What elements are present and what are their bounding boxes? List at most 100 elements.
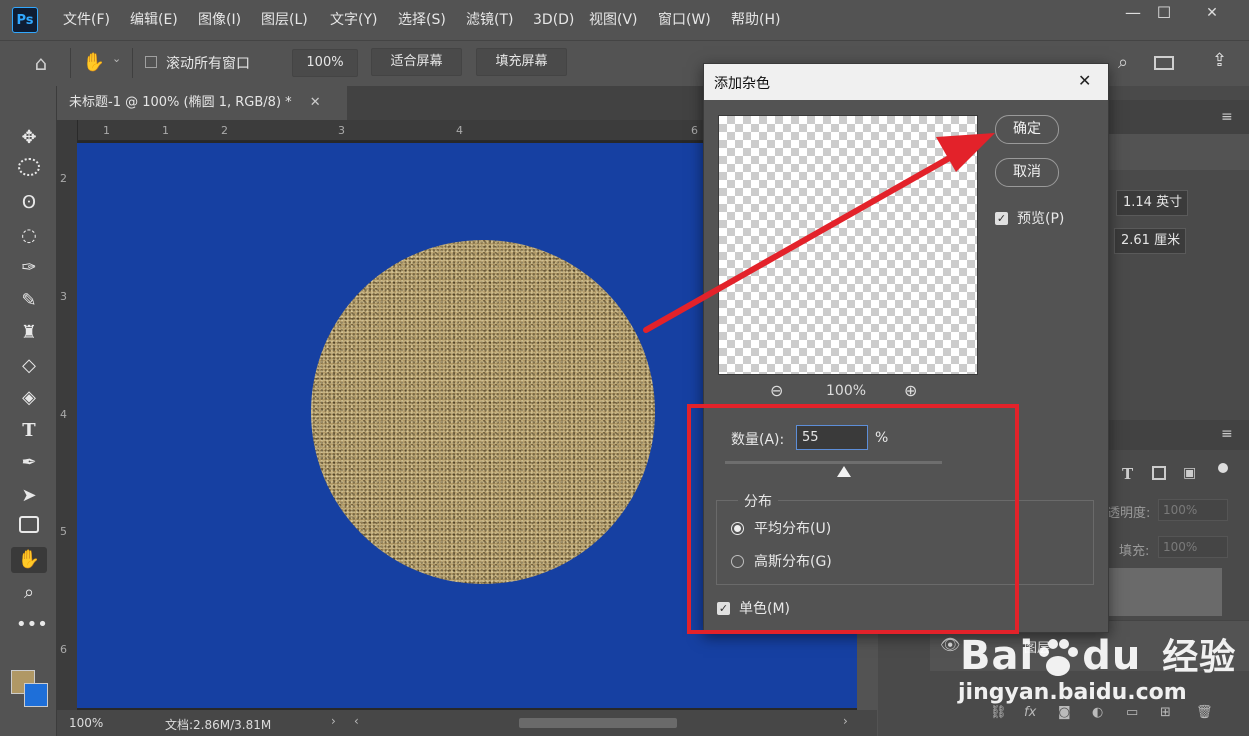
- menu-3d[interactable]: 3D(D): [533, 0, 574, 40]
- fit-screen-button[interactable]: 适合屏幕: [371, 48, 462, 76]
- home-icon[interactable]: ⌂: [28, 50, 54, 76]
- menu-help[interactable]: 帮助(H): [731, 0, 780, 40]
- ruler-number: 2: [60, 172, 67, 185]
- menu-edit[interactable]: 编辑(E): [130, 0, 178, 40]
- panel-menu-icon[interactable]: ≡: [1221, 426, 1233, 442]
- scroll-all-checkbox[interactable]: [145, 56, 157, 68]
- background-color-swatch[interactable]: [24, 683, 48, 707]
- preview-area[interactable]: [718, 115, 978, 375]
- ruler-number: 1: [162, 124, 169, 137]
- lasso-tool-icon[interactable]: ʘ: [16, 190, 42, 216]
- share-icon[interactable]: ⇪: [1212, 50, 1234, 74]
- brush-tool-icon[interactable]: ✎: [16, 288, 42, 314]
- marquee-tool-icon[interactable]: [16, 158, 42, 184]
- ruler-number: 2: [221, 124, 228, 137]
- layer-row-selected[interactable]: [1107, 568, 1222, 616]
- width-field[interactable]: 1.14 英寸: [1116, 190, 1188, 216]
- filter-smart-object-icon[interactable]: ▣: [1183, 465, 1196, 481]
- visibility-eye-icon[interactable]: 👁: [940, 635, 960, 654]
- ruler-number: 3: [338, 124, 345, 137]
- ruler-number: 4: [60, 408, 67, 421]
- properties-tab-strip: [1107, 134, 1249, 170]
- menu-window[interactable]: 窗口(W): [658, 0, 711, 40]
- menu-select[interactable]: 选择(S): [398, 0, 446, 40]
- fx-icon[interactable]: fx: [1024, 705, 1036, 720]
- status-bar: 100% 文档:2.86M/3.81M › ‹ ›: [57, 710, 877, 736]
- stamp-tool-icon[interactable]: ♜: [16, 320, 42, 346]
- menu-file[interactable]: 文件(F): [63, 0, 110, 40]
- ruler-number: 5: [60, 525, 67, 538]
- filter-toggle-icon[interactable]: [1218, 463, 1228, 473]
- new-group-icon[interactable]: ▭: [1126, 705, 1138, 720]
- close-window-button[interactable]: ✕: [1192, 0, 1232, 28]
- scroll-right-icon[interactable]: ›: [843, 714, 848, 728]
- hand-tool-icon[interactable]: ✋: [11, 547, 47, 573]
- vertical-ruler: 2 3 4 5 6: [57, 120, 78, 710]
- menu-filter[interactable]: 滤镜(T): [466, 0, 513, 40]
- ellipse-layer-noise[interactable]: [311, 240, 655, 584]
- status-zoom: 100%: [69, 716, 104, 730]
- pen-tool-icon[interactable]: ✒: [16, 450, 42, 476]
- ruler-number: 3: [60, 290, 67, 303]
- link-layers-icon[interactable]: ⛓: [990, 705, 1007, 720]
- chevron-down-icon[interactable]: ⌄: [112, 52, 121, 65]
- eyedropper-tool-icon[interactable]: ✑: [16, 255, 42, 281]
- fill-field[interactable]: 100%: [1158, 536, 1228, 558]
- add-mask-icon[interactable]: ◙: [1058, 705, 1071, 720]
- ruler-number: 1: [103, 124, 110, 137]
- menu-image[interactable]: 图像(I): [198, 0, 241, 40]
- zoom-tool-icon[interactable]: ⌕: [16, 580, 42, 606]
- ruler-number: 4: [456, 124, 463, 137]
- divider: [132, 48, 133, 78]
- cancel-button[interactable]: 取消: [995, 158, 1059, 187]
- preview-zoom-value: 100%: [826, 383, 867, 399]
- height-field[interactable]: 2.61 厘米: [1114, 228, 1186, 254]
- menu-layer[interactable]: 图层(L): [261, 0, 308, 40]
- close-icon[interactable]: ✕: [1078, 71, 1091, 90]
- status-doc-info: 文档:2.86M/3.81M: [165, 718, 272, 732]
- divider: [70, 48, 71, 78]
- paint-bucket-tool-icon[interactable]: ◈: [16, 385, 42, 411]
- dialog-title: 添加杂色: [714, 76, 770, 92]
- filter-shape-icon[interactable]: [1152, 466, 1166, 480]
- fill-screen-button[interactable]: 填充屏幕: [476, 48, 567, 76]
- preview-label: 预览(P): [1017, 211, 1065, 227]
- adjustment-layer-icon[interactable]: ◐: [1092, 705, 1103, 720]
- search-icon[interactable]: ⌕: [1118, 52, 1140, 74]
- opacity-field[interactable]: 100%: [1158, 499, 1228, 521]
- type-tool-icon[interactable]: T: [16, 418, 42, 444]
- document-tab[interactable]: 未标题-1 @ 100% (椭圆 1, RGB/8) * ✕: [57, 86, 347, 120]
- menu-type[interactable]: 文字(Y): [330, 0, 377, 40]
- filter-type-icon[interactable]: T: [1122, 465, 1133, 483]
- ruler-number: 6: [691, 124, 698, 137]
- horizontal-scrollbar-thumb[interactable]: [519, 718, 677, 728]
- maximize-button[interactable]: ☐: [1144, 0, 1184, 28]
- scroll-left-icon[interactable]: ‹: [354, 714, 359, 728]
- zoom-in-icon[interactable]: ⊕: [904, 381, 917, 400]
- hand-tool-icon[interactable]: ✋: [82, 50, 106, 76]
- zoom-field[interactable]: 100%: [292, 49, 358, 77]
- more-tools-icon[interactable]: •••: [16, 612, 48, 638]
- watermark-url: jingyan.baidu.com: [958, 680, 1187, 705]
- ok-button[interactable]: 确定: [995, 115, 1059, 144]
- path-select-tool-icon[interactable]: ➤: [16, 483, 42, 509]
- fill-label: 填充:: [1119, 544, 1150, 559]
- chevron-right-icon[interactable]: ›: [331, 714, 336, 728]
- workspace-icon[interactable]: [1154, 56, 1174, 70]
- opacity-label: 透明度:: [1107, 506, 1151, 521]
- preview-checkbox[interactable]: ✓: [995, 212, 1008, 225]
- paw-logo-icon: [1036, 638, 1080, 678]
- eraser-tool-icon[interactable]: ◇: [16, 353, 42, 379]
- baidu-jingyan-watermark: Bai du 经验: [960, 633, 1237, 679]
- delete-layer-icon[interactable]: 🗑: [1196, 705, 1213, 720]
- shape-tool-icon[interactable]: [16, 515, 42, 541]
- zoom-out-icon[interactable]: ⊖: [770, 381, 783, 400]
- new-layer-icon[interactable]: ⊞: [1160, 705, 1171, 720]
- close-tab-icon[interactable]: ✕: [310, 95, 321, 110]
- ruler-number: 6: [60, 643, 67, 656]
- menu-view[interactable]: 视图(V): [589, 0, 638, 40]
- quick-select-tool-icon[interactable]: ◌: [16, 223, 42, 249]
- panel-menu-icon[interactable]: ≡: [1221, 109, 1233, 125]
- dialog-title-bar: 添加杂色 ✕: [704, 64, 1108, 100]
- move-tool-icon[interactable]: ✥: [16, 125, 42, 151]
